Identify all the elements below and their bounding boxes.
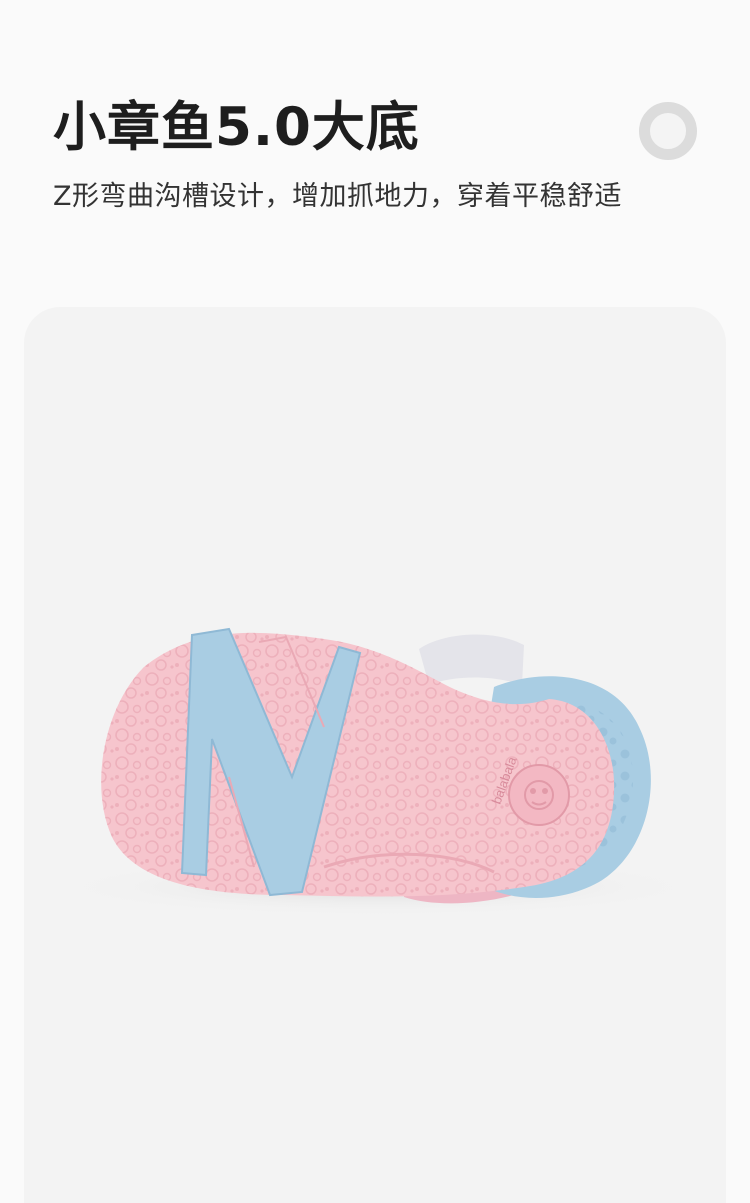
product-image-card: balabala [24, 307, 726, 1203]
velcro-strap [419, 634, 524, 685]
header-section: 小章鱼5.0大底 Z形弯曲沟槽设计，增加抓地力，穿着平稳舒适 [0, 0, 750, 300]
shoe-sole-image: balabala [49, 627, 709, 917]
page-title: 小章鱼5.0大底 [53, 97, 420, 158]
feature-description: Z形弯曲沟槽设计，增加抓地力，穿着平稳舒适 [53, 181, 622, 212]
ring-icon [639, 102, 697, 160]
